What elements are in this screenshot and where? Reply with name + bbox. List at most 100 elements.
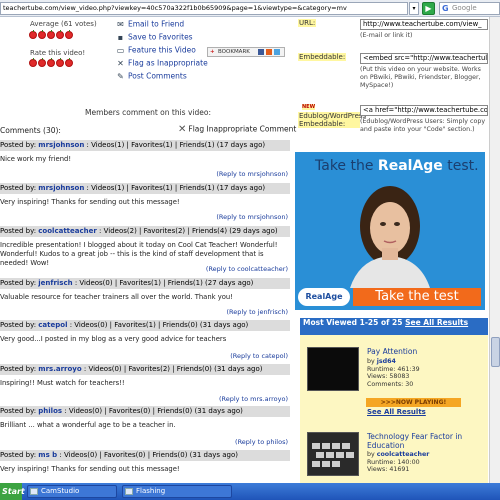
flag-inappropriate-link[interactable]: ✕ Flag as Inappropriate xyxy=(116,58,208,68)
see-all-link[interactable]: See All Results xyxy=(405,318,468,327)
comment-header: Posted by: mrsjohnson : Videos(1) | Favo… xyxy=(0,140,290,151)
comment-author-link[interactable]: jenfrisch xyxy=(38,279,72,287)
reply-link[interactable]: (Reply to mrsjohnson) xyxy=(0,170,288,178)
comment-text: Inspiring!! Must watch for teachers!! xyxy=(0,379,125,387)
email-friend-label[interactable]: Email to Friend xyxy=(128,20,184,29)
comments-heading: Members comment on this video: xyxy=(85,108,211,117)
posted-by-label: Posted by: xyxy=(0,365,39,373)
video-author-link[interactable]: jsd64 xyxy=(377,358,396,365)
comment-header: Posted by: mrs.arroyo : Videos(0) | Favo… xyxy=(0,364,290,375)
save-favorites-label[interactable]: Save to Favorites xyxy=(128,33,193,42)
rate-apple-icon[interactable] xyxy=(56,58,64,67)
task-label: Flashing xyxy=(136,487,166,495)
rate-apple-icon[interactable] xyxy=(47,58,55,67)
rate-video-label: Rate this video! xyxy=(30,49,86,57)
share-icon xyxy=(258,49,264,55)
apple-icon xyxy=(47,30,55,39)
comment-author-link[interactable]: philos xyxy=(38,407,62,415)
reply-link[interactable]: (Reply to jenfrisch) xyxy=(0,308,288,316)
rate-apple-icon[interactable] xyxy=(29,58,37,67)
x-icon: ✕ xyxy=(117,58,124,68)
task-flashing[interactable]: Flashing xyxy=(122,485,232,498)
comment-text: Very good...I posted in my blog as a ver… xyxy=(0,335,227,343)
embed-code-field[interactable]: <embed src="http://www.teachertul xyxy=(360,53,488,64)
video-views: Views: 58083 xyxy=(367,373,410,380)
apple-icon xyxy=(38,30,46,39)
post-comments-link[interactable]: ✎ Post Comments xyxy=(116,71,187,81)
video-author-link[interactable]: coolcatteacher xyxy=(377,451,430,458)
see-all-link[interactable]: See All Results xyxy=(367,408,426,416)
save-favorites-link[interactable]: ▪ Save to Favorites xyxy=(116,32,193,42)
comment-text: Nice work my friend! xyxy=(0,155,72,163)
embeddable-label: Embeddable: xyxy=(298,53,347,61)
take-test-button[interactable]: Take the test xyxy=(353,288,481,306)
bookmark-label: BOOKMARK xyxy=(218,49,250,55)
url-dropdown-button[interactable]: ▾ xyxy=(409,2,419,15)
video-title-link[interactable]: Pay Attention xyxy=(367,347,477,356)
reply-link[interactable]: (Reply to coolcatteacher) xyxy=(0,265,288,273)
realage-advert[interactable]: Take the RealAge test. RealAge Take the … xyxy=(295,152,485,310)
go-button[interactable]: ▶ xyxy=(422,2,435,15)
share-icon xyxy=(274,49,280,55)
comment-author-link[interactable]: ms b xyxy=(38,451,57,459)
email-friend-link[interactable]: ✉ Email to Friend xyxy=(116,19,184,29)
comments-count: Comments (30): xyxy=(0,126,61,135)
feature-video-link[interactable]: ▭ Feature this Video xyxy=(116,45,196,55)
reply-link[interactable]: (Reply to catepol) xyxy=(0,352,288,360)
post-comments-label[interactable]: Post Comments xyxy=(128,72,187,81)
video-thumbnail[interactable] xyxy=(307,432,359,476)
comment-author-link[interactable]: mrsjohnson xyxy=(38,141,84,149)
comment-text: Valuable resource for teacher trainers a… xyxy=(0,293,233,301)
apple-icon xyxy=(56,30,64,39)
comment-header: Posted by: catepol : Videos(0) | Favorit… xyxy=(0,320,290,331)
rate-apple-icon[interactable] xyxy=(65,58,73,67)
comment-header: Posted by: jenfrisch : Videos(0) | Favor… xyxy=(0,278,290,289)
comment-text: Brilliant ... what a wonderful age to be… xyxy=(0,421,176,429)
comment-stats: : Videos(1) | Favorites(1) | Friends(1) … xyxy=(84,141,266,149)
video-thumbnail[interactable] xyxy=(307,347,359,391)
video-runtime: Runtime: 461:39 xyxy=(367,365,420,373)
comment-stats: : Videos(0) | Favorites(0) | Friends(0) … xyxy=(57,451,239,459)
reply-link[interactable]: (Reply to mrs.arroyo) xyxy=(0,395,288,403)
comment-stats: : Videos(0) | Favorites(1) | Friends(0) … xyxy=(67,321,249,329)
address-bar: teachertube.com/view_video.php?viewkey=4… xyxy=(0,0,500,17)
comment-text: Very inspiring! Thanks for sending out t… xyxy=(0,198,180,206)
posted-by-label: Posted by: xyxy=(0,279,39,287)
comment-author-link[interactable]: catepol xyxy=(38,321,67,329)
video-title-link[interactable]: Technology Fear Factor in Education xyxy=(367,432,477,450)
ad-title-brand: RealAge xyxy=(377,158,443,174)
flag-comment-label[interactable]: Flag Inappropriate Comment xyxy=(188,125,296,134)
page-scrollbar[interactable] xyxy=(489,17,500,488)
ad-title-post: test. xyxy=(442,158,479,174)
scroll-thumb[interactable] xyxy=(491,337,500,367)
flag-inappropriate-label[interactable]: Flag as Inappropriate xyxy=(128,59,208,68)
flag-comment-link[interactable]: ✕ Flag Inappropriate Comment xyxy=(178,124,296,135)
comment-icon: ✎ xyxy=(117,71,124,81)
window-icon xyxy=(30,488,38,495)
start-button[interactable]: Start xyxy=(0,483,25,500)
share-url-field[interactable]: http://www.teachertube.com/view_ xyxy=(360,19,488,30)
comment-header: Posted by: mrsjohnson : Videos(1) | Favo… xyxy=(0,183,290,194)
edublog-code-field[interactable]: <a href="http://www.teachertube.co xyxy=(360,105,488,116)
feature-video-label[interactable]: Feature this Video xyxy=(128,46,196,55)
rate-apple-icon[interactable] xyxy=(38,58,46,67)
realage-logo: RealAge xyxy=(298,288,350,306)
taskbar: Start CamStudio Flashing xyxy=(0,483,500,500)
posted-by-label: Posted by: xyxy=(0,407,39,415)
comment-author-link[interactable]: mrsjohnson xyxy=(38,184,84,192)
comment-author-link[interactable]: coolcatteacher xyxy=(38,227,97,235)
task-label: CamStudio xyxy=(41,487,80,495)
comment-author-link[interactable]: mrs.arroyo xyxy=(38,365,81,373)
url-input[interactable]: teachertube.com/view_video.php?viewkey=4… xyxy=(0,2,408,15)
url-label: URL: xyxy=(298,19,317,27)
google-search-input[interactable]: G Google xyxy=(439,2,500,15)
posted-by-label: Posted by: xyxy=(0,451,39,459)
reply-link[interactable]: (Reply to mrsjohnson) xyxy=(0,213,288,221)
comment-text: Very inspiring! Thanks for sending out t… xyxy=(0,465,180,473)
reply-link[interactable]: (Reply to philos) xyxy=(0,438,288,446)
bookmark-button[interactable]: + BOOKMARK xyxy=(207,47,285,57)
posted-by-label: Posted by: xyxy=(0,141,39,149)
task-camstudio[interactable]: CamStudio xyxy=(27,485,117,498)
comment-stats: : Videos(0) | Favorites(1) | Friends(1) … xyxy=(72,279,254,287)
embeddable-help: (Put this video on your website. Works o… xyxy=(360,66,481,89)
